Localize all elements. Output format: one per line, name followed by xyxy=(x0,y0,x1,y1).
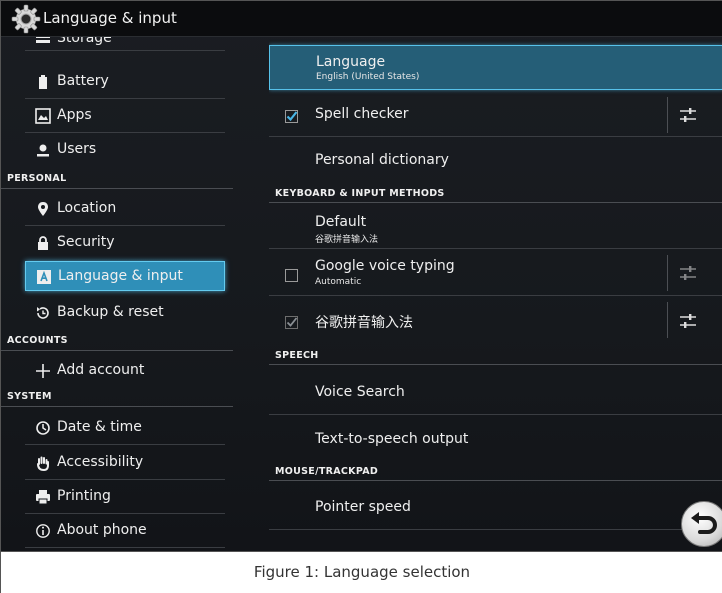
settings-categories-list[interactable]: Storage Battery Apps Users PERSONAL Loca… xyxy=(1,37,233,551)
battery-icon xyxy=(35,74,51,90)
sidebar-item-date-time[interactable]: Date & time xyxy=(25,411,225,445)
google-voice-typing-setting[interactable]: Google voice typing Automatic xyxy=(269,249,722,296)
sidebar-item-security[interactable]: Security xyxy=(25,226,225,260)
sidebar-item-users[interactable]: Users xyxy=(25,133,225,167)
sidebar-item-label: Language & input xyxy=(58,268,183,284)
tune-settings-icon[interactable] xyxy=(677,104,699,126)
figure-frame: Language & input Storage Battery Apps Us… xyxy=(0,0,722,593)
settings-gear-icon[interactable] xyxy=(11,4,41,34)
setting-title: Google voice typing xyxy=(315,258,455,274)
sidebar-item-backup-reset[interactable]: Backup & reset xyxy=(25,296,225,330)
users-icon xyxy=(35,142,51,158)
text-to-speech-setting[interactable]: Text-to-speech output xyxy=(269,415,722,461)
pinyin-input-method-setting[interactable]: 谷歌拼音输入法 xyxy=(269,296,722,344)
section-header-mouse-trackpad: MOUSE/TRACKPAD xyxy=(269,463,722,481)
setting-title: Default xyxy=(315,214,367,230)
sidebar-item-location[interactable]: Location xyxy=(25,192,225,226)
section-header-keyboard-input-methods: KEYBOARD & INPUT METHODS xyxy=(269,185,722,203)
google-voice-typing-checkbox[interactable] xyxy=(285,267,298,282)
backup-reset-icon xyxy=(35,305,51,321)
setting-title: Voice Search xyxy=(315,384,405,400)
setting-title: 谷歌拼音输入法 xyxy=(315,315,413,331)
plus-icon xyxy=(35,363,51,379)
sidebar-item-label: Storage xyxy=(57,37,112,46)
figure-caption: Figure 1: Language selection xyxy=(253,563,471,581)
section-header-speech: SPEECH xyxy=(269,347,722,365)
spell-checker-checkbox[interactable] xyxy=(285,108,298,123)
setting-summary: 谷歌拼音输入法 xyxy=(315,235,379,245)
setting-title: Language xyxy=(316,54,386,70)
sidebar-item-label: Apps xyxy=(57,107,92,123)
settings-screen: Language & input Storage Battery Apps Us… xyxy=(1,1,722,551)
hand-icon xyxy=(35,455,51,472)
setting-title: Text-to-speech output xyxy=(315,431,469,447)
tune-settings-icon[interactable] xyxy=(677,310,699,332)
sidebar-item-battery[interactable]: Battery xyxy=(25,65,225,99)
tune-settings-icon[interactable] xyxy=(677,262,699,284)
sidebar-item-storage[interactable]: Storage xyxy=(25,37,225,51)
printer-icon xyxy=(35,489,51,505)
back-button[interactable] xyxy=(681,501,722,547)
clock-icon xyxy=(35,420,51,436)
keyboard-a-icon xyxy=(36,269,52,285)
sidebar-item-add-account[interactable]: Add account xyxy=(25,354,225,388)
sidebar-item-label: Add account xyxy=(57,362,145,378)
setting-title: Spell checker xyxy=(315,106,409,122)
apps-icon xyxy=(35,108,51,124)
sidebar-item-accessibility[interactable]: Accessibility xyxy=(25,446,225,480)
lock-icon xyxy=(35,235,51,251)
sidebar-item-label: Battery xyxy=(57,73,109,89)
sidebar-item-label: Date & time xyxy=(57,419,142,435)
voice-search-setting[interactable]: Voice Search xyxy=(269,368,722,415)
pinyin-checkbox[interactable] xyxy=(285,314,298,329)
divider xyxy=(667,97,668,133)
setting-title: Personal dictionary xyxy=(315,152,449,168)
sidebar-item-label: About phone xyxy=(57,522,147,538)
back-arrow-icon xyxy=(688,510,718,542)
info-icon xyxy=(35,523,51,539)
sidebar-item-label: Users xyxy=(57,141,97,157)
divider xyxy=(667,302,668,338)
section-header-accounts: ACCOUNTS xyxy=(1,333,233,351)
sidebar-item-about-phone[interactable]: About phone xyxy=(25,514,225,548)
sidebar-item-label: Location xyxy=(57,200,117,216)
section-header-personal: PERSONAL xyxy=(1,171,233,189)
setting-summary: Automatic xyxy=(315,277,362,287)
personal-dictionary-setting[interactable]: Personal dictionary xyxy=(269,137,722,183)
sidebar-item-language-input[interactable]: Language & input xyxy=(25,261,225,291)
figure-caption-bar: Figure 1: Language selection xyxy=(1,551,722,593)
default-input-method-setting[interactable]: Default 谷歌拼音输入法 xyxy=(269,204,722,249)
setting-title: Pointer speed xyxy=(315,499,411,515)
language-setting[interactable]: Language English (United States) xyxy=(269,45,722,90)
location-pin-icon xyxy=(35,201,51,217)
sidebar-item-label: Printing xyxy=(57,488,111,504)
pointer-speed-setting[interactable]: Pointer speed xyxy=(269,484,722,530)
spell-checker-setting[interactable]: Spell checker xyxy=(269,93,722,137)
language-input-settings[interactable]: Language English (United States) Spell c… xyxy=(269,37,722,551)
divider xyxy=(667,255,668,291)
section-header-system: SYSTEM xyxy=(1,389,233,407)
sidebar-item-apps[interactable]: Apps xyxy=(25,99,225,133)
action-bar: Language & input xyxy=(1,1,722,37)
sidebar-item-label: Backup & reset xyxy=(57,304,164,320)
window-title: Language & input xyxy=(43,9,177,27)
sidebar-item-printing[interactable]: Printing xyxy=(25,480,225,514)
sidebar-item-label: Accessibility xyxy=(57,454,144,470)
storage-icon xyxy=(35,37,51,48)
setting-summary: English (United States) xyxy=(316,72,420,82)
sidebar-item-label: Security xyxy=(57,234,115,250)
